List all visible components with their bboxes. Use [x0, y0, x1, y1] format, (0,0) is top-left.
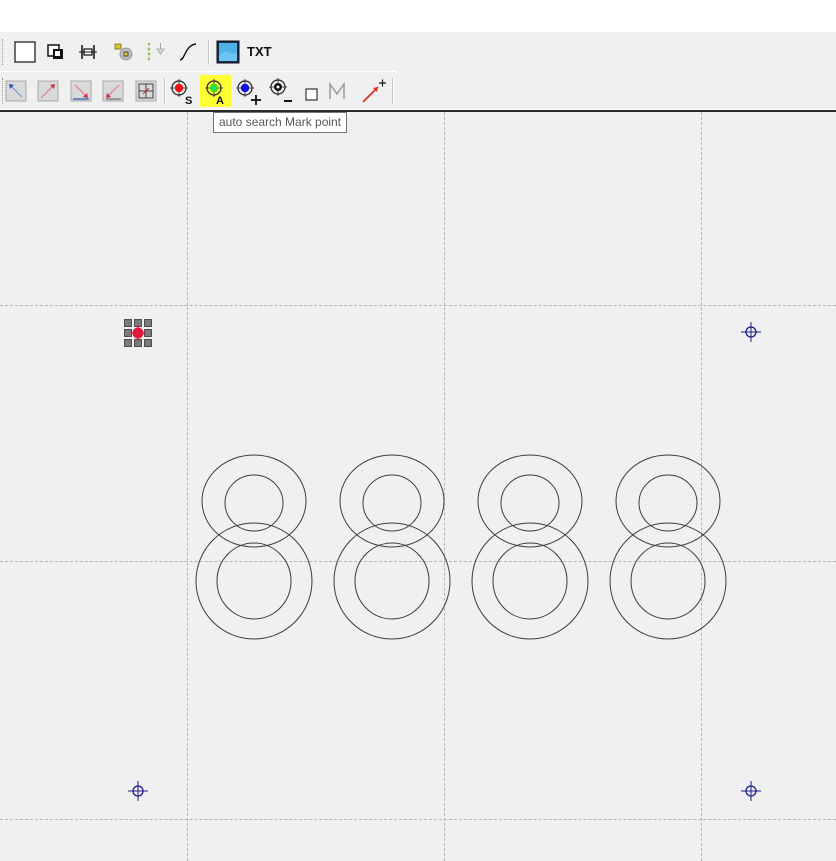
arrow-bottom-right-icon [70, 80, 92, 102]
image-icon [216, 40, 240, 64]
title-band [0, 0, 836, 32]
digit-glyph [471, 454, 589, 640]
square-icon [305, 88, 318, 101]
align-top-left-button[interactable] [1, 76, 31, 106]
mark-crosshair-icon[interactable] [739, 320, 763, 344]
curve-button[interactable] [173, 37, 203, 67]
align-bottom-right-button[interactable] [66, 76, 96, 106]
curve-icon [179, 43, 197, 61]
letter-m-icon [329, 81, 345, 99]
align-icon [79, 45, 97, 59]
arrow-top-right-icon [37, 80, 59, 102]
svg-text:S: S [185, 95, 192, 105]
txt-button[interactable]: TXT [247, 44, 272, 59]
arrow-bottom-left-icon [102, 80, 124, 102]
toolbar-row-1: TXT [0, 33, 836, 71]
mark-m-button[interactable] [322, 76, 352, 106]
digit-glyph [333, 454, 451, 640]
toolbar-row-2: S A [0, 71, 396, 110]
sort-icon [147, 42, 165, 61]
align-top-right-button[interactable] [33, 76, 63, 106]
mark-red-icon: S [170, 79, 192, 105]
svg-text:A: A [216, 95, 224, 105]
grid-line-horizontal [0, 819, 836, 820]
mark-crosshair-icon[interactable] [126, 779, 150, 803]
image-button[interactable] [213, 37, 243, 67]
red-line-plus-icon [362, 79, 386, 103]
toolbar-separator [208, 39, 210, 65]
node-icon [114, 43, 133, 61]
selected-mark-point[interactable] [124, 319, 152, 347]
drawing-canvas[interactable] [0, 112, 836, 861]
new-rectangle-button[interactable] [10, 37, 40, 67]
layer-order-button[interactable] [41, 37, 71, 67]
sort-button[interactable] [141, 37, 171, 67]
rectangle-icon [14, 41, 36, 63]
app-window: TXT S A auto search Mark point [0, 0, 836, 861]
auto-search-mark-button[interactable]: A [200, 75, 231, 107]
mark-green-icon: A [204, 79, 224, 105]
toolbar-grip[interactable] [2, 39, 6, 65]
arrow-top-left-icon [5, 80, 27, 102]
remove-mark-button[interactable] [265, 76, 295, 106]
align-bottom-left-button[interactable] [98, 76, 128, 106]
tooltip: auto search Mark point [213, 112, 348, 133]
mark-crosshair-icon[interactable] [739, 779, 763, 803]
toolbar-separator-3 [392, 78, 394, 104]
mark-line-button[interactable] [358, 76, 388, 106]
center-grid-icon [135, 80, 157, 102]
node-button[interactable] [108, 37, 138, 67]
digit-glyph [609, 454, 727, 640]
mark-blue-icon [236, 79, 261, 105]
grid-line-horizontal [0, 305, 836, 306]
align-center-button[interactable] [131, 76, 161, 106]
digit-glyph [195, 454, 313, 640]
mark-black-icon [269, 78, 292, 102]
align-button[interactable] [73, 37, 103, 67]
set-mark-point-button[interactable]: S [166, 76, 196, 106]
add-mark-button[interactable] [233, 76, 263, 106]
grid-line-vertical [187, 112, 188, 861]
layers-icon [47, 44, 63, 59]
